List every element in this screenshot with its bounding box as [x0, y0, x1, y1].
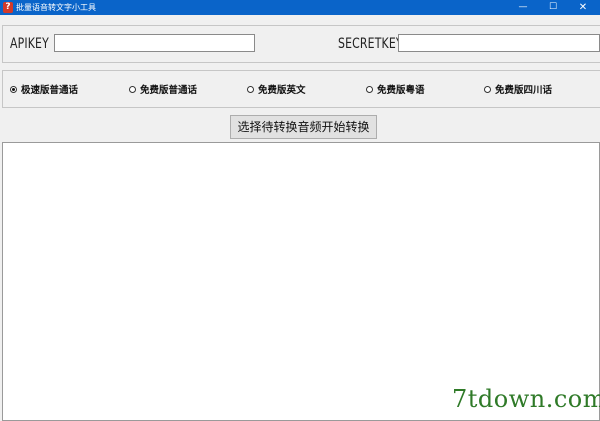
- radio-button-icon[interactable]: [247, 85, 254, 93]
- mode-radio-group: 极速版普通话 免费版普通话 免费版英文 免费版粤语 免费版四川话: [2, 70, 600, 108]
- radio-button-icon[interactable]: [129, 85, 136, 93]
- keys-panel: APIKEY SECRETKEY: [2, 25, 600, 63]
- radio-label: 极速版普通话: [21, 85, 79, 96]
- radio-mode-fast-mandarin[interactable]: 极速版普通话: [10, 82, 78, 96]
- secretkey-label: SECRETKEY: [338, 36, 403, 52]
- radio-label: 免费版粤语: [377, 85, 425, 96]
- radio-label: 免费版英文: [258, 85, 306, 96]
- radio-label: 免费版普通话: [140, 85, 198, 96]
- maximize-icon[interactable]: ☐: [538, 0, 568, 15]
- radio-button-icon[interactable]: [484, 85, 491, 93]
- watermark-text: 7tdown.com: [452, 385, 600, 413]
- radio-mode-free-mandarin[interactable]: 免费版普通话: [129, 82, 197, 96]
- radio-button-icon[interactable]: [366, 85, 373, 93]
- close-icon[interactable]: ✕: [568, 0, 598, 15]
- radio-button-icon[interactable]: [10, 85, 17, 93]
- radio-label: 免费版四川话: [495, 85, 553, 96]
- select-audio-convert-button[interactable]: 选择待转换音频开始转换: [230, 115, 377, 139]
- radio-mode-free-sichuanese[interactable]: 免费版四川话: [484, 82, 552, 96]
- apikey-input[interactable]: [54, 34, 255, 52]
- secretkey-input[interactable]: [398, 34, 600, 52]
- window-title: 批量语音转文字小工具: [16, 3, 96, 12]
- radio-mode-free-cantonese[interactable]: 免费版粤语: [366, 82, 425, 96]
- minimize-icon[interactable]: —: [508, 0, 538, 15]
- radio-mode-free-english[interactable]: 免费版英文: [247, 82, 306, 96]
- app-icon: ?: [3, 2, 13, 13]
- title-bar: ? 批量语音转文字小工具 — ☐ ✕: [0, 0, 600, 15]
- output-text-area[interactable]: [2, 142, 600, 421]
- apikey-label: APIKEY: [10, 36, 49, 52]
